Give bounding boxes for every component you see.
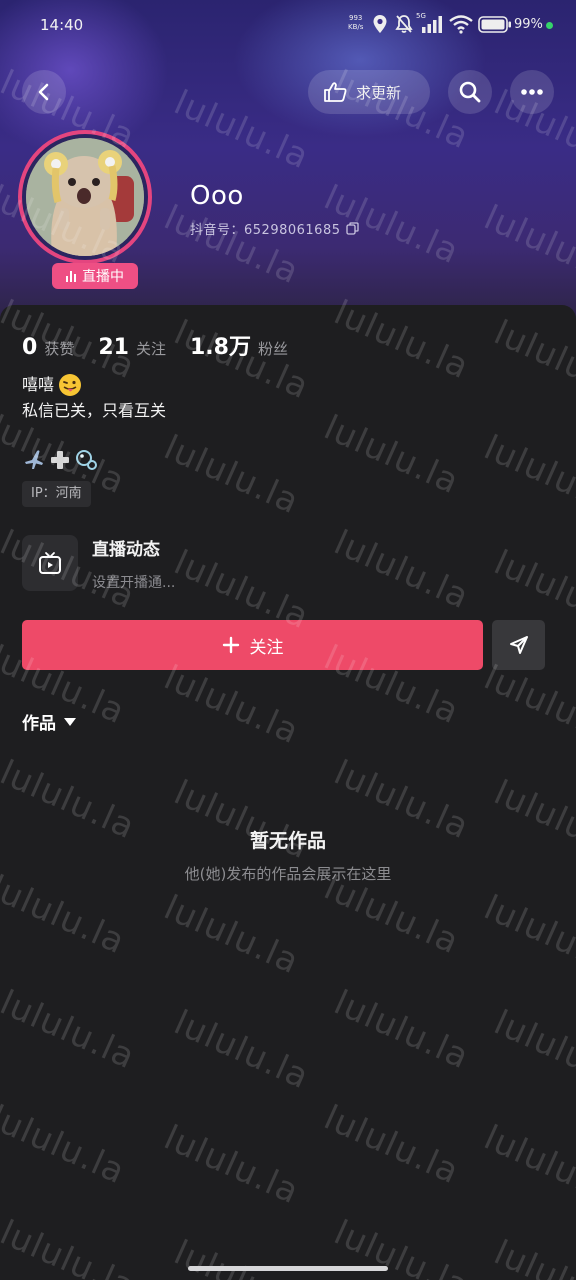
send-icon xyxy=(509,636,528,654)
bio-line-1-text: 嘻嘻 xyxy=(22,375,55,394)
following-count[interactable]: 21 xyxy=(98,335,129,360)
live-badge-label: 直播中 xyxy=(82,269,124,285)
wifi-icon xyxy=(449,15,473,34)
network-speed: 993 KB/s xyxy=(348,14,363,32)
pointing-hand-icon xyxy=(324,82,347,102)
share-button[interactable] xyxy=(492,620,545,670)
cellular-signal-icon xyxy=(422,16,442,33)
caret-down-icon xyxy=(64,717,76,726)
tv-icon xyxy=(39,552,61,574)
followers-label[interactable]: 粉丝 xyxy=(258,338,288,359)
status-bar: 14:40 993 KB/s 5G 99% xyxy=(0,0,576,50)
live-bars-icon xyxy=(66,270,76,282)
mute-bell-icon xyxy=(395,15,413,33)
likes-label: 获赞 xyxy=(44,340,75,358)
works-tab[interactable]: 作品 xyxy=(22,709,76,734)
back-button[interactable] xyxy=(22,70,66,114)
douyin-id-text: 抖音号：65298061685 xyxy=(190,223,341,238)
followers-count[interactable]: 1.8万 xyxy=(190,329,251,361)
profile-stats: 0 获赞 21 关注 1.8万 粉丝 xyxy=(22,329,312,361)
empty-works-title: 暂无作品 xyxy=(249,830,326,852)
hamster-avatar-image xyxy=(26,138,144,256)
battery-icon xyxy=(478,16,511,33)
follow-button[interactable]: 关注 xyxy=(22,620,483,670)
live-updates-thumbnail[interactable] xyxy=(22,535,78,591)
douyin-id-row[interactable]: 抖音号：65298061685 xyxy=(190,219,360,238)
copy-icon[interactable] xyxy=(346,222,360,235)
avatar-live-ring[interactable] xyxy=(18,130,152,264)
battery-status-dot xyxy=(546,22,553,29)
plus-icon xyxy=(222,636,239,654)
live-badge[interactable]: 直播中 xyxy=(52,263,138,289)
search-icon xyxy=(459,81,481,103)
ip-location-tag: IP：河南 xyxy=(22,481,91,507)
bio-line-2: 私信已关，只看互关 xyxy=(22,401,167,420)
network-speed-value: 993 xyxy=(349,14,363,22)
request-update-button[interactable]: 求更新 xyxy=(308,70,430,114)
home-indicator[interactable] xyxy=(188,1266,388,1271)
plus-emoji-icon xyxy=(51,451,69,469)
likes-count: 0 xyxy=(22,335,38,360)
network-speed-unit: KB/s xyxy=(348,23,364,31)
status-time: 14:40 xyxy=(40,16,84,34)
profile-nickname: Ooo xyxy=(190,181,244,211)
location-icon xyxy=(373,15,387,33)
bio-line-1: 嘻嘻 xyxy=(22,372,166,398)
bio-emoji-row xyxy=(22,448,98,472)
more-dots-icon xyxy=(521,89,543,95)
request-update-label: 求更新 xyxy=(356,83,402,102)
bubbles-emoji-icon xyxy=(76,450,97,470)
airplane-emoji-icon xyxy=(25,450,43,469)
live-updates-subtitle[interactable]: 设置开播通... xyxy=(92,572,175,592)
avatar[interactable] xyxy=(26,138,144,256)
chevron-left-icon xyxy=(38,83,49,101)
live-updates-title[interactable]: 直播动态 xyxy=(92,535,160,560)
works-tab-label: 作品 xyxy=(22,714,56,734)
empty-works-subtitle: 他(她)发布的作品会展示在这里 xyxy=(184,865,392,883)
more-options-button[interactable] xyxy=(510,70,554,114)
battery-percent: 99% xyxy=(514,17,543,32)
follow-button-label: 关注 xyxy=(249,637,284,658)
tongue-emoji-icon xyxy=(59,374,82,396)
profile-bio: 嘻嘻 私信已关，只看互关 xyxy=(22,372,166,424)
search-button[interactable] xyxy=(448,70,492,114)
following-label[interactable]: 关注 xyxy=(136,338,166,359)
